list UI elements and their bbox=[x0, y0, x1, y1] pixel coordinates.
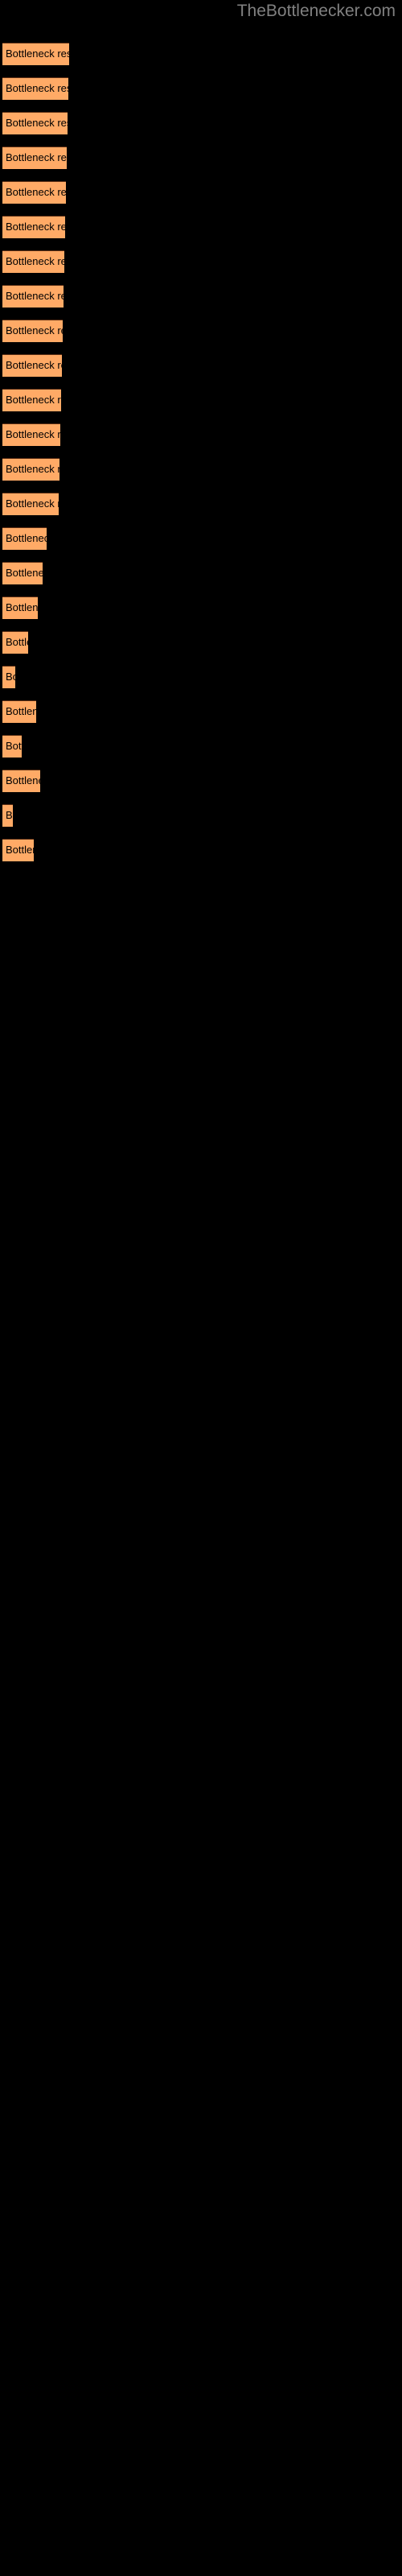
bar bbox=[2, 389, 61, 411]
bar-clip: Bottleneck result bbox=[2, 458, 59, 481]
bar-clip: Bottleneck result bbox=[2, 285, 64, 308]
bar-clip: Bottleneck result bbox=[2, 631, 28, 654]
page-root: TheBottlenecker.com Bottleneck resultBot… bbox=[0, 0, 402, 2576]
bar-row: Bottleneck result bbox=[2, 320, 63, 342]
bar bbox=[2, 250, 64, 273]
bar-clip: Bottleneck result bbox=[2, 320, 63, 342]
bar bbox=[2, 216, 65, 238]
bar-row: Bottleneck result bbox=[2, 493, 59, 515]
bar bbox=[2, 147, 67, 169]
bar-row: Bottleneck result bbox=[2, 250, 64, 273]
bar-clip: Bottleneck result bbox=[2, 562, 43, 584]
bar bbox=[2, 700, 36, 723]
bar-clip: Bottleneck result bbox=[2, 389, 61, 411]
bar-clip: Bottleneck result bbox=[2, 527, 47, 550]
bar-row: Bottleneck result bbox=[2, 666, 15, 688]
bar-clip: Bottleneck result bbox=[2, 666, 15, 688]
bar-row: Bottleneck result bbox=[2, 527, 47, 550]
bar bbox=[2, 320, 63, 342]
bottleneck-bar-chart: Bottleneck result Bottleneck result Bottle… bbox=[0, 0, 402, 2576]
bar-row: Bottleneck result bbox=[2, 458, 59, 481]
bar-clip: Bottleneck result bbox=[2, 77, 68, 100]
bar-clip: Bottleneck result bbox=[2, 112, 68, 134]
bar-row: Bottleneck result bbox=[2, 112, 68, 134]
bar-row: Bottleneck result bbox=[2, 181, 66, 204]
bar bbox=[2, 527, 47, 550]
bar-row: Bottleneck result bbox=[2, 354, 62, 377]
bar-clip: Bottleneck result bbox=[2, 804, 13, 827]
bar-clip: Bottleneck result bbox=[2, 147, 67, 169]
bar bbox=[2, 562, 43, 584]
bar bbox=[2, 112, 68, 134]
bar-row: Bottleneck result bbox=[2, 77, 68, 100]
bar-row: Bottleneck result bbox=[2, 700, 36, 723]
bar bbox=[2, 804, 13, 827]
bar-row: Bottleneck result bbox=[2, 43, 69, 65]
bar-row: Bottleneck result bbox=[2, 631, 28, 654]
bar bbox=[2, 43, 69, 65]
bar bbox=[2, 666, 15, 688]
bar-row: Bottleneck result bbox=[2, 735, 22, 758]
bar bbox=[2, 735, 22, 758]
bar-clip: Bottleneck result bbox=[2, 181, 66, 204]
bar-clip: Bottleneck result bbox=[2, 493, 59, 515]
bar bbox=[2, 354, 62, 377]
bar-clip: Bottleneck result bbox=[2, 250, 64, 273]
bar-row: Bottleneck result bbox=[2, 147, 67, 169]
bar-row: Bottleneck result bbox=[2, 770, 40, 792]
bar-row: Bottleneck result bbox=[2, 597, 38, 619]
bar bbox=[2, 285, 64, 308]
bar-row: Bottleneck result bbox=[2, 804, 13, 827]
bar-clip: Bottleneck result bbox=[2, 43, 69, 65]
bar bbox=[2, 493, 59, 515]
bar-clip: Bottleneck result bbox=[2, 423, 60, 446]
bar bbox=[2, 181, 66, 204]
bar-row: Bottleneck result bbox=[2, 562, 43, 584]
bar-clip: Bottleneck result bbox=[2, 770, 40, 792]
bar bbox=[2, 597, 38, 619]
bar bbox=[2, 77, 68, 100]
bar-clip: Bottleneck result bbox=[2, 597, 38, 619]
bar-clip: Bottleneck result bbox=[2, 735, 22, 758]
bar bbox=[2, 458, 59, 481]
bar-clip: Bottleneck result bbox=[2, 354, 62, 377]
bar-row: Bottleneck result bbox=[2, 216, 65, 238]
bar-clip: Bottleneck result bbox=[2, 839, 34, 861]
bar bbox=[2, 631, 28, 654]
bar-row: Bottleneck result bbox=[2, 423, 60, 446]
bar bbox=[2, 770, 40, 792]
bar bbox=[2, 423, 60, 446]
bar-row: Bottleneck result bbox=[2, 839, 34, 861]
bar-row: Bottleneck result bbox=[2, 285, 64, 308]
bar-clip: Bottleneck result bbox=[2, 216, 65, 238]
bar-row: Bottleneck result bbox=[2, 389, 61, 411]
bar-clip: Bottleneck result bbox=[2, 700, 36, 723]
bar bbox=[2, 839, 34, 861]
